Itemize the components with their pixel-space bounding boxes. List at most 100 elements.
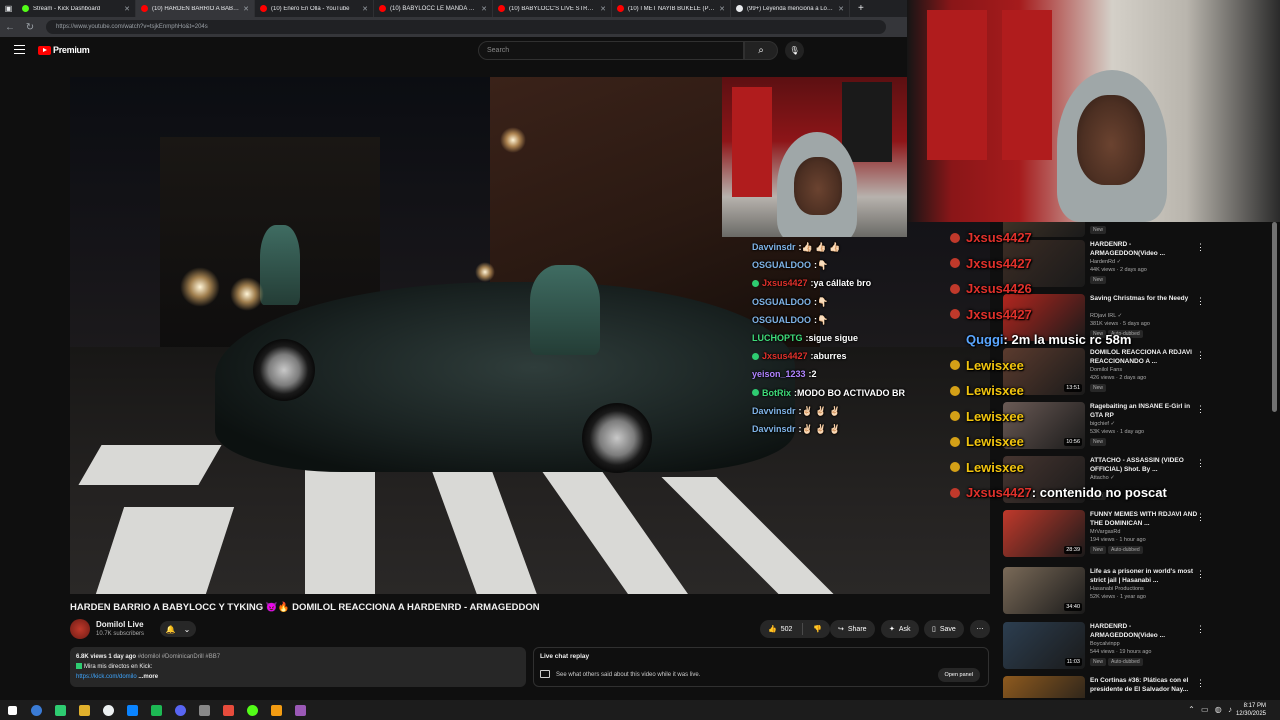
sidebar-scrollbar[interactable] xyxy=(1272,222,1277,412)
like-count[interactable]: 502 xyxy=(781,626,793,633)
dislike-icon[interactable]: 👎 xyxy=(813,625,822,633)
chat-text: 👍🏻 👍🏻 👍🏻 xyxy=(801,242,841,253)
app-icon xyxy=(102,704,114,716)
recommended-video[interactable]: 34:40 Life as a prisoner in world's most … xyxy=(1003,565,1270,617)
taskbar-app-icon[interactable] xyxy=(264,700,288,720)
tab-close-icon[interactable]: ✕ xyxy=(600,5,606,13)
tab-close-icon[interactable]: ✕ xyxy=(362,5,368,13)
save-button[interactable]: ▯ Save xyxy=(924,620,964,638)
browser-tab[interactable]: (10) BABYLOCC'S LIVE STREAM REACTION✕ xyxy=(493,0,612,17)
back-icon[interactable]: ← xyxy=(0,22,20,33)
overlay-chat-message: Quggi: 2m la music rc 58m xyxy=(950,327,1200,353)
kick-link[interactable]: https://kick.com/domilo xyxy=(76,674,137,680)
overlay-chat-text: : contenido no poscat xyxy=(1031,485,1167,501)
video-thumbnail[interactable]: 28:39 xyxy=(1003,510,1085,557)
recommended-video-channel[interactable]: Boycalvinpp xyxy=(1090,641,1120,647)
taskbar-app-icon[interactable] xyxy=(216,700,240,720)
video-thumbnail[interactable]: 34:40 xyxy=(1003,567,1085,614)
reload-icon[interactable]: ↻ xyxy=(20,22,40,33)
channel-avatar[interactable] xyxy=(70,619,90,639)
more-options-icon[interactable]: ⋮ xyxy=(1196,569,1205,580)
video-thumbnail[interactable] xyxy=(1003,676,1085,698)
recommended-video[interactable]: En Cortinas #36: Pláticas con el preside… xyxy=(1003,674,1270,698)
browser-tab[interactable]: (99+) Leyenda menciona a Los Bravos✕ xyxy=(731,0,850,17)
video-duration: 11:03 xyxy=(1064,658,1082,666)
like-icon[interactable]: 👍 xyxy=(768,625,777,633)
browser-tab[interactable]: Stream - Kick Dashboard ✕ xyxy=(17,0,136,17)
recommended-video-meta: 52K views · 1 year ago xyxy=(1090,594,1146,600)
recommended-video-title[interactable]: HARDENRD - ARMAGEDDON(Video ... xyxy=(1090,622,1198,640)
like-dislike-group: 👍 502 👎 xyxy=(760,620,831,638)
recommended-video-channel[interactable]: MrVargasRd xyxy=(1090,529,1120,535)
search-input[interactable]: Search xyxy=(478,41,744,60)
subscribed-button[interactable]: 🔔 ⌄ xyxy=(160,621,196,637)
tab-close-icon[interactable]: ✕ xyxy=(243,5,249,13)
taskbar-app-icon[interactable] xyxy=(48,700,72,720)
chat-username: yeison_1233 xyxy=(752,369,806,380)
system-tray[interactable]: ⌃ ▭ ◍ ♪ xyxy=(1188,705,1234,714)
overlay-chat-message: Jxsus4427: contenido no poscat xyxy=(950,480,1200,506)
chat-username: Jxsus4427 xyxy=(762,278,808,289)
tab-label: Stream - Kick Dashboard xyxy=(33,5,101,12)
new-tab-button[interactable]: + xyxy=(858,3,864,14)
recommended-video-title[interactable]: FUNNY MEMES WITH RDJAVI AND THE DOMINICA… xyxy=(1090,510,1198,528)
tab-close-icon[interactable]: ✕ xyxy=(719,5,725,13)
recommended-video-title[interactable]: En Cortinas #36: Pláticas con el preside… xyxy=(1090,676,1198,694)
more-options-icon[interactable]: ⋮ xyxy=(1196,678,1205,689)
more-options-icon[interactable]: ⋮ xyxy=(1196,624,1205,635)
ask-button[interactable]: ✦ Ask xyxy=(881,620,919,638)
recommended-video[interactable]: 28:39 FUNNY MEMES WITH RDJAVI AND THE DOM… xyxy=(1003,508,1270,560)
open-panel-button[interactable]: Open panel xyxy=(937,668,980,682)
browser-tab[interactable]: (10) Enero En Olla - YouTube ✕ xyxy=(255,0,374,17)
overlay-chat-username: Jxsus4427 xyxy=(966,255,1032,271)
overlay-chat-message: Lewisxee xyxy=(950,429,1200,455)
taskbar-app-icon[interactable] xyxy=(192,700,216,720)
taskbar-app-icon[interactable] xyxy=(96,700,120,720)
browser-tab[interactable]: (10) I MET NAYIB BUKELE (PRESIDENT✕ xyxy=(612,0,731,17)
taskbar-app-icon[interactable] xyxy=(288,700,312,720)
tab-close-icon[interactable]: ✕ xyxy=(481,5,487,13)
window-icon[interactable]: ▣ xyxy=(0,4,17,13)
more-actions-button[interactable]: ⋯ xyxy=(970,620,990,638)
tab-close-icon[interactable]: ✕ xyxy=(838,5,844,13)
video-thumbnail[interactable]: 11:03 xyxy=(1003,622,1085,669)
street-light xyxy=(180,267,220,307)
chevron-down-icon: ⌄ xyxy=(183,624,191,634)
app-icon xyxy=(78,704,90,716)
recommended-video-channel[interactable]: Hasanabi Productions xyxy=(1090,586,1144,592)
voice-search-button[interactable]: 🎙 xyxy=(785,41,804,60)
youtube-logo[interactable]: Premium xyxy=(38,45,90,55)
share-button[interactable]: ↪ Share xyxy=(830,620,875,638)
chat-username: OSGUALDOO xyxy=(752,296,812,307)
recommended-video-title[interactable]: Life as a prisoner in world's most stric… xyxy=(1090,567,1198,585)
recommended-video[interactable]: 11:03 HARDENRD - ARMAGEDDON(Video ... Boyc… xyxy=(1003,620,1270,672)
taskbar-app-icon[interactable] xyxy=(24,700,48,720)
video-description[interactable]: 6.8K views 1 day ago #domilol #Dominican… xyxy=(70,647,526,687)
search-button[interactable]: ⌕ xyxy=(744,41,778,60)
start-button[interactable] xyxy=(0,700,24,720)
more-options-icon[interactable]: ⋮ xyxy=(1196,512,1205,523)
hashtags[interactable]: #domilol #DominicanDrill #BB7 xyxy=(138,654,220,660)
overlay-chat-username: Lewisxee xyxy=(966,383,1024,399)
microphone-icon: 🎙 xyxy=(789,46,800,55)
hamburger-menu-icon[interactable] xyxy=(14,45,25,54)
channel-name[interactable]: Domilol Live xyxy=(96,620,144,629)
logo-text: Premium xyxy=(53,45,90,55)
webcam-person-head xyxy=(1077,95,1145,185)
chat-username: OSGUALDOO xyxy=(752,260,812,271)
url-field[interactable]: https://www.youtube.com/watch?v=tsjkEnmp… xyxy=(46,20,886,34)
taskbar-app-icon[interactable] xyxy=(240,700,264,720)
browser-tab[interactable]: (10) HARDEN BARRIO A BABYLOCC✕ xyxy=(136,0,255,17)
taskbar-app-icon[interactable] xyxy=(144,700,168,720)
chat-message: LUCHOPTG : sigue sigue xyxy=(752,329,952,347)
taskbar-app-icon[interactable] xyxy=(168,700,192,720)
browser-tab[interactable]: (10) BABYLOCC LE MANDA 🔥 A HARDEN✕ xyxy=(374,0,493,17)
taskbar-app-icon[interactable] xyxy=(72,700,96,720)
live-chat-replay-subtitle: See what others said about this video wh… xyxy=(556,672,701,678)
tab-favicon-icon xyxy=(736,5,743,12)
taskbar-app-icon[interactable] xyxy=(120,700,144,720)
tab-close-icon[interactable]: ✕ xyxy=(124,5,130,13)
show-more-link[interactable]: ...more xyxy=(138,674,158,680)
clock[interactable]: 8:17 PM 12/30/2025 xyxy=(1236,702,1266,718)
app-icon xyxy=(126,704,138,716)
